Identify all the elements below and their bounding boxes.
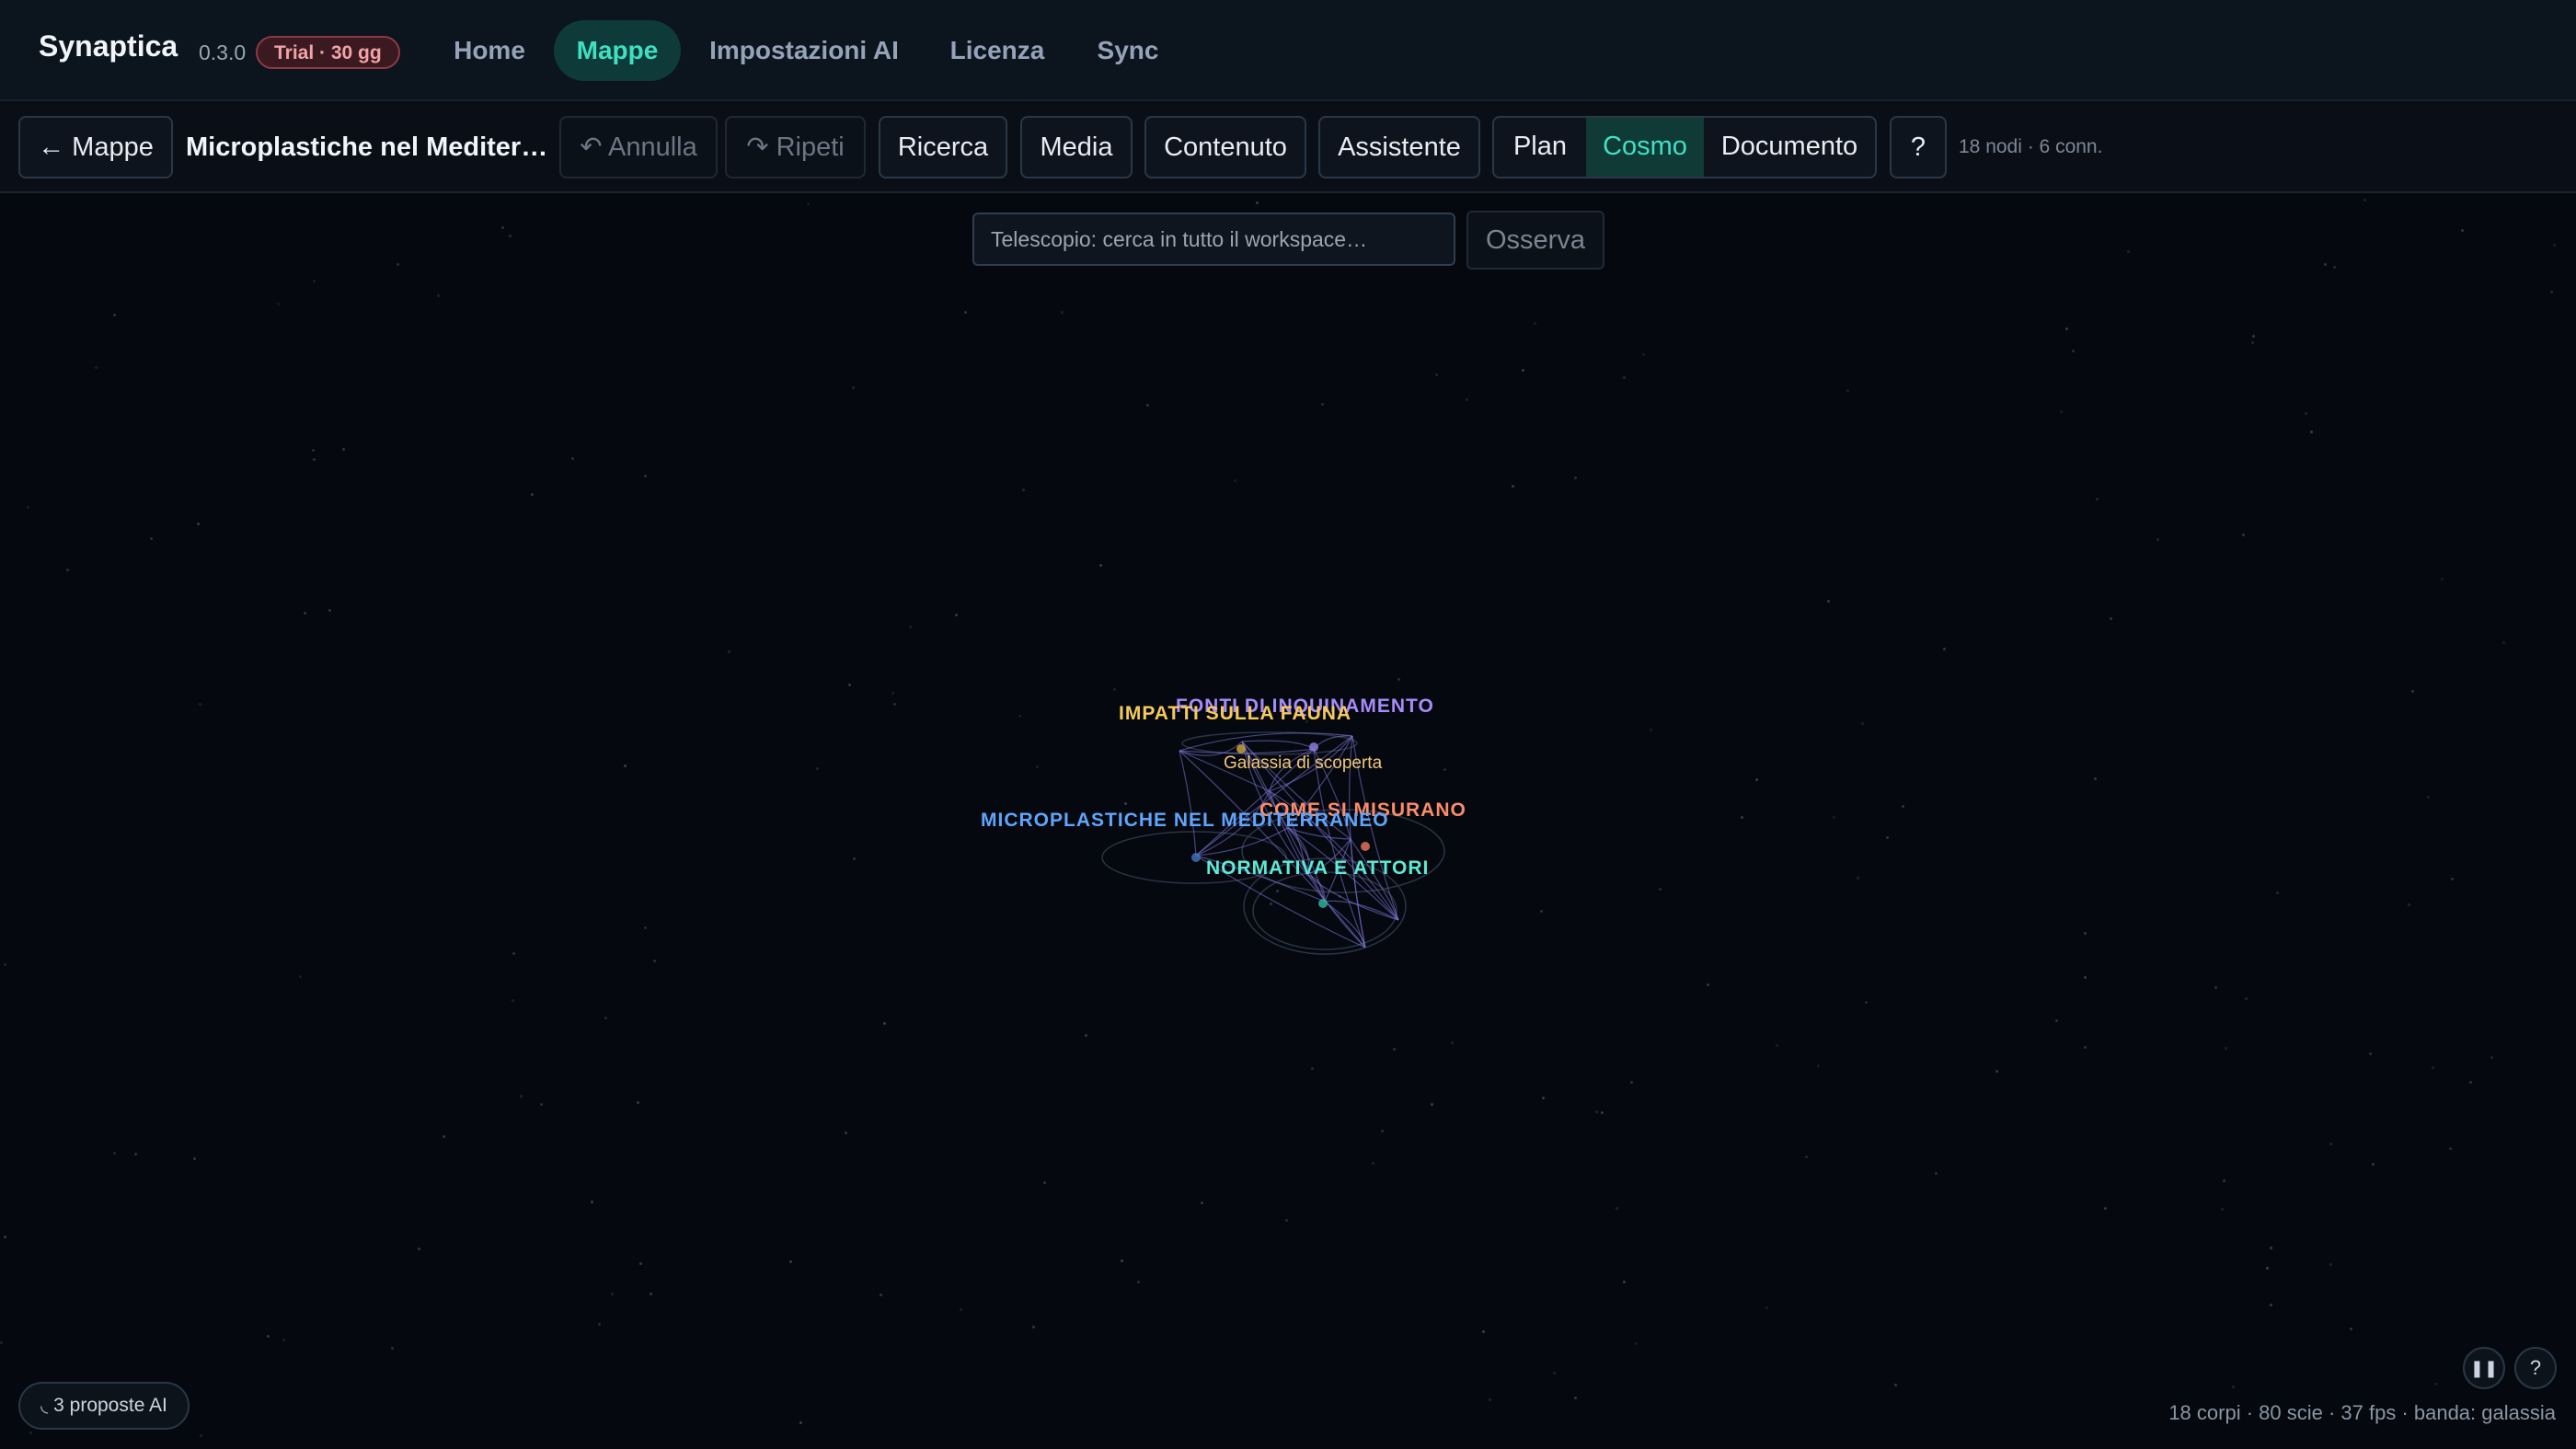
app-name: Synaptica — [39, 29, 178, 63]
nav-sync[interactable]: Sync — [1084, 20, 1172, 81]
celestial-body — [1236, 744, 1246, 753]
galaxy-label-microplastiche[interactable]: MICROPLASTICHE NEL MEDITERRANEO — [981, 810, 1389, 832]
top-nav-bar: Synaptica 0.3.0 Trial · 30 gg Home Mappe… — [0, 0, 2576, 101]
telescope-search-input[interactable] — [972, 213, 1455, 266]
cosmos-help-button[interactable]: ? — [2514, 1347, 2557, 1389]
back-to-maps-button[interactable]: ← Mappe — [18, 116, 173, 178]
map-toolbar: ← Mappe Microplastiche nel Mediter… ↶ An… — [0, 101, 2576, 193]
connection-trail — [1241, 740, 1315, 750]
undo-button[interactable]: ↶ Annulla — [559, 116, 718, 178]
help-button[interactable]: ? — [1890, 116, 1947, 178]
galaxy-label-normativa[interactable]: NORMATIVA E ATTORI — [1206, 857, 1429, 880]
galaxy-label-impatti[interactable]: IMPATTI SULLA FAUNA — [1119, 703, 1351, 725]
view-cosmo-tab[interactable]: Cosmo — [1586, 118, 1704, 177]
map-stats: 18 nodi · 6 conn. — [1959, 136, 2103, 157]
connection-trail — [1179, 750, 1197, 857]
loading-spinner-icon: ◟ — [40, 1395, 49, 1416]
orbit-ring — [1252, 871, 1397, 950]
view-documento-tab[interactable]: Documento — [1704, 118, 1875, 177]
research-button[interactable]: Ricerca — [879, 116, 1007, 178]
render-stats: 18 corpi · 80 scie · 37 fps · banda: gal… — [2168, 1401, 2556, 1424]
ai-proposals-label: 3 proposte AI — [53, 1395, 167, 1416]
celestial-body — [1318, 899, 1328, 908]
media-button[interactable]: Media — [1020, 116, 1133, 178]
celestial-body — [1361, 842, 1370, 851]
nav-home[interactable]: Home — [432, 20, 546, 81]
celestial-body — [1191, 853, 1201, 862]
content-button[interactable]: Contenuto — [1144, 116, 1306, 178]
pause-button[interactable]: ❚❚ — [2463, 1347, 2505, 1389]
assistant-button[interactable]: Assistente — [1318, 116, 1480, 178]
observe-button[interactable]: Osserva — [1466, 211, 1604, 270]
app-version: 0.3.0 — [199, 40, 247, 64]
celestial-body — [1309, 742, 1318, 752]
connection-trail — [1179, 750, 1366, 949]
nav-licenza[interactable]: Licenza — [931, 20, 1064, 81]
redo-button[interactable]: ↷ Ripeti — [725, 116, 866, 178]
discovery-galaxy-label[interactable]: Galassia di scoperta — [1224, 753, 1382, 774]
trial-badge: Trial · 30 gg — [256, 36, 400, 69]
connection-trail — [1350, 838, 1366, 949]
nav-impostazioni-ai[interactable]: Impostazioni AI — [699, 20, 909, 81]
map-title: Microplastiche nel Mediter… — [186, 132, 548, 162]
view-plan-tab[interactable]: Plan — [1494, 118, 1586, 177]
nav-mappe[interactable]: Mappe — [554, 20, 681, 81]
app-root: FONTI DI INQUINAMENTO IMPATTI SULLA FAUN… — [0, 0, 2576, 1449]
ai-proposals-pill[interactable]: ◟ 3 proposte AI — [18, 1382, 190, 1430]
view-mode-switcher: Plan Cosmo Documento — [1492, 116, 1877, 178]
